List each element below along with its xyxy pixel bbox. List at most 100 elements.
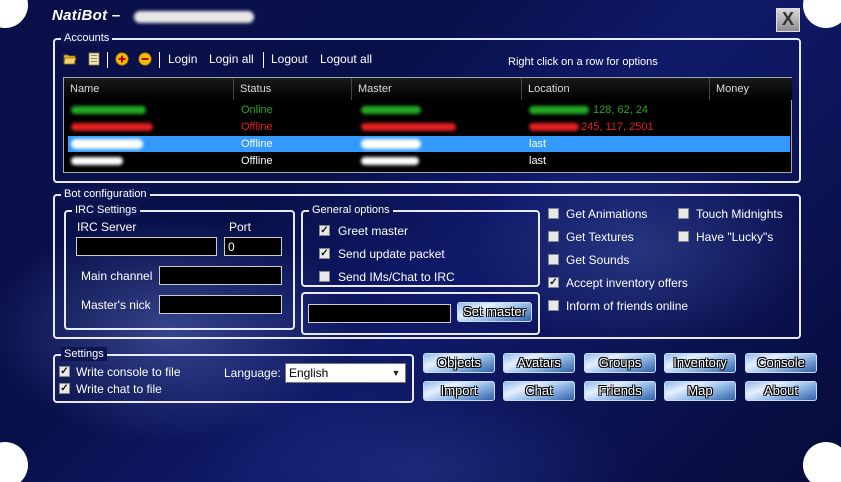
- status-cell: Offline: [241, 138, 273, 150]
- avatars-button[interactable]: Avatars: [503, 353, 575, 373]
- chevron-down-icon: ▼: [391, 368, 401, 378]
- language-select[interactable]: English ▼: [285, 363, 406, 383]
- location-cell: 128, 62, 24: [593, 104, 649, 116]
- import-button[interactable]: Import: [423, 381, 495, 401]
- touch-midnights-label: Touch Midnights: [696, 207, 783, 221]
- column-header-name[interactable]: Name: [64, 78, 234, 100]
- login-all-button[interactable]: Login all: [209, 52, 254, 66]
- open-folder-icon[interactable]: [63, 52, 77, 66]
- send-update-packet-label: Send update packet: [338, 247, 445, 261]
- location-redaction: [529, 123, 579, 131]
- column-header-master[interactable]: Master: [352, 78, 522, 100]
- location-cell: 245, 117, 2501: [581, 121, 654, 133]
- save-icon[interactable]: [87, 52, 101, 66]
- get-animations-checkbox[interactable]: [548, 208, 559, 219]
- location-redaction: [529, 106, 589, 114]
- title-redaction: [134, 11, 254, 23]
- settings-legend: Settings: [61, 347, 107, 361]
- remove-account-icon[interactable]: [138, 52, 152, 66]
- accounts-table[interactable]: Name Status Master Location Money Online…: [63, 77, 792, 173]
- inform-friends-online-checkbox[interactable]: [548, 300, 559, 311]
- language-label: Language:: [224, 366, 281, 380]
- name-redaction: [71, 123, 153, 131]
- column-header-status[interactable]: Status: [234, 78, 352, 100]
- status-cell: Online: [241, 104, 273, 116]
- window-title: NatiBot –: [52, 7, 121, 24]
- irc-server-input[interactable]: [76, 237, 217, 256]
- send-ims-to-irc-checkbox[interactable]: [319, 271, 330, 282]
- about-button[interactable]: About: [745, 381, 817, 401]
- accounts-legend: Accounts: [61, 31, 113, 45]
- master-redaction: [361, 139, 421, 149]
- status-cell: Offline: [241, 155, 273, 167]
- write-console-label: Write console to file: [76, 365, 181, 379]
- table-row[interactable]: Online 128, 62, 24: [68, 102, 790, 118]
- corner-top-right: [803, 0, 841, 28]
- column-header-location[interactable]: Location: [522, 78, 710, 100]
- close-button[interactable]: X: [776, 8, 800, 32]
- port-input[interactable]: 0: [224, 237, 282, 256]
- get-textures-label: Get Textures: [566, 230, 634, 244]
- toolbar-separator: [263, 52, 264, 68]
- greet-master-checkbox[interactable]: ✓: [319, 225, 330, 236]
- language-value: English: [289, 366, 329, 380]
- friends-button[interactable]: Friends: [584, 381, 656, 401]
- corner-bottom-left: [0, 442, 28, 482]
- toolbar-separator: [159, 52, 160, 68]
- accounts-hint: Right click on a row for options: [508, 56, 658, 68]
- touch-midnights-checkbox[interactable]: [678, 208, 689, 219]
- set-master-button[interactable]: Set master: [457, 302, 532, 322]
- bot-configuration-legend: Bot configuration: [61, 187, 150, 201]
- get-sounds-label: Get Sounds: [566, 253, 630, 267]
- get-animations-label: Get Animations: [566, 207, 648, 221]
- write-chat-label: Write chat to file: [76, 382, 162, 396]
- masters-nick-label: Master's nick: [81, 298, 151, 312]
- table-row[interactable]: Offline 245, 117, 2501: [68, 119, 790, 135]
- location-cell: last: [529, 138, 547, 150]
- main-channel-label: Main channel: [81, 269, 153, 283]
- column-header-money[interactable]: Money: [710, 78, 792, 100]
- table-row-selected[interactable]: Offline last: [68, 136, 790, 152]
- add-account-icon[interactable]: [115, 52, 129, 66]
- send-update-packet-checkbox[interactable]: ✓: [319, 248, 330, 259]
- objects-button[interactable]: Objects: [423, 353, 495, 373]
- write-console-checkbox[interactable]: ✓: [59, 366, 70, 377]
- corner-top-left: [0, 0, 28, 28]
- port-label: Port: [229, 220, 252, 234]
- console-button[interactable]: Console: [745, 353, 817, 373]
- corner-bottom-right: [803, 442, 841, 482]
- greet-master-label: Greet master: [338, 224, 409, 238]
- irc-server-label: IRC Server: [77, 220, 137, 234]
- inventory-button[interactable]: Inventory: [664, 353, 736, 373]
- natibot-window: NatiBot – X Accounts Login Login all Log…: [0, 0, 841, 482]
- name-redaction: [71, 139, 143, 149]
- general-options-legend: General options: [309, 203, 393, 217]
- toolbar-separator: [107, 52, 108, 68]
- logout-button[interactable]: Logout: [271, 52, 308, 66]
- main-channel-input[interactable]: [159, 266, 282, 285]
- master-name-input[interactable]: [308, 304, 451, 323]
- map-button[interactable]: Map: [664, 381, 736, 401]
- have-luckys-checkbox[interactable]: [678, 231, 689, 242]
- master-redaction: [361, 157, 419, 165]
- table-row[interactable]: Offline last: [68, 153, 790, 169]
- get-textures-checkbox[interactable]: [548, 231, 559, 242]
- irc-settings-legend: IRC Settings: [72, 203, 140, 217]
- master-redaction: [361, 106, 421, 114]
- write-chat-checkbox[interactable]: ✓: [59, 383, 70, 394]
- inform-friends-online-label: Inform of friends online: [566, 299, 689, 313]
- have-luckys-label: Have "Lucky"s: [696, 230, 774, 244]
- chat-button[interactable]: Chat: [503, 381, 575, 401]
- status-cell: Offline: [241, 121, 273, 133]
- masters-nick-input[interactable]: [159, 295, 282, 314]
- accept-inventory-offers-label: Accept inventory offers: [566, 276, 688, 290]
- location-cell: last: [529, 155, 547, 167]
- master-redaction: [361, 123, 456, 131]
- logout-all-button[interactable]: Logout all: [320, 52, 372, 66]
- get-sounds-checkbox[interactable]: [548, 254, 559, 265]
- groups-button[interactable]: Groups: [584, 353, 656, 373]
- login-button[interactable]: Login: [168, 52, 197, 66]
- name-redaction: [71, 106, 146, 114]
- accept-inventory-offers-checkbox[interactable]: ✓: [548, 277, 559, 288]
- name-redaction: [71, 157, 123, 165]
